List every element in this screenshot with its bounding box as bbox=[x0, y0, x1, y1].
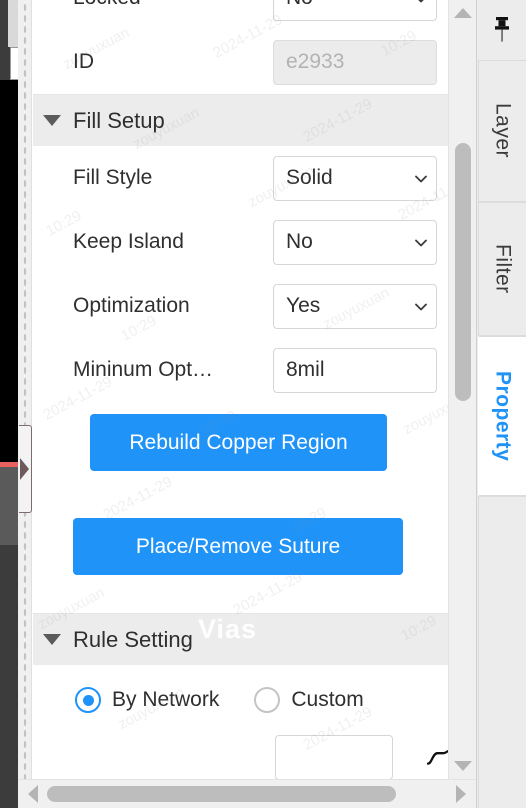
optimization-label: Optimization bbox=[73, 294, 190, 317]
tab-filter-label: Filter bbox=[491, 244, 515, 294]
locked-row-clipped: Locked No bbox=[33, 0, 448, 30]
minimum-opt-control: 8mil bbox=[273, 347, 440, 393]
minimum-opt-label: Mininum Opt… bbox=[73, 358, 214, 381]
locked-label: Locked bbox=[73, 0, 273, 10]
keep-island-control: No bbox=[273, 219, 440, 265]
pin-panel-button[interactable] bbox=[477, 0, 526, 60]
chevron-down-icon bbox=[415, 239, 427, 249]
fill-style-label: Fill Style bbox=[73, 166, 153, 189]
canvas-sliver bbox=[0, 0, 18, 808]
minimum-opt-value: 8mil bbox=[286, 358, 325, 381]
radio-by-network-label: By Network bbox=[112, 688, 220, 711]
chevron-right-icon bbox=[20, 458, 29, 480]
id-input: e2933 bbox=[273, 39, 437, 85]
property-panel-window: Locked No ID e2933 bbox=[0, 0, 526, 808]
property-row-locked: Locked No bbox=[33, 0, 448, 30]
vertical-scrollbar[interactable] bbox=[448, 0, 476, 779]
rule-value-input[interactable] bbox=[275, 735, 393, 779]
rebuild-copper-region-button[interactable]: Rebuild Copper Region bbox=[90, 414, 387, 471]
section-header-fill-setup[interactable]: Fill Setup bbox=[33, 94, 448, 146]
suture-button-row: Place/Remove Suture bbox=[33, 471, 448, 575]
wave-curve-icon bbox=[426, 747, 448, 767]
canvas-shape-light bbox=[8, 0, 18, 47]
optimization-control: Yes bbox=[273, 283, 440, 329]
optimization-select[interactable]: Yes bbox=[273, 283, 437, 329]
tab-layer[interactable]: Layer bbox=[478, 60, 526, 202]
radio-custom-label: Custom bbox=[291, 688, 364, 711]
chevron-down-icon bbox=[415, 175, 427, 185]
rule-setting-radio-group: By Network Custom bbox=[33, 665, 448, 735]
rail-empty-area bbox=[478, 496, 526, 808]
property-row-fill-style: Fill Style Solid bbox=[33, 146, 448, 210]
fill-style-control: Solid bbox=[273, 155, 440, 201]
vertical-scrollbar-thumb[interactable] bbox=[454, 143, 471, 401]
property-row-keep-island: Keep Island No bbox=[33, 210, 448, 274]
section-title-fill-setup: Fill Setup bbox=[73, 107, 165, 133]
panel-collapse-handle[interactable] bbox=[19, 425, 32, 513]
scroll-left-arrow-icon[interactable] bbox=[28, 785, 38, 803]
scroll-down-arrow-icon[interactable] bbox=[453, 761, 472, 771]
chevron-down-icon bbox=[415, 303, 427, 313]
canvas-shape-black bbox=[0, 80, 18, 465]
canvas-shape-white bbox=[10, 47, 18, 80]
keep-island-label: Keep Island bbox=[73, 230, 184, 253]
keep-island-select[interactable]: No bbox=[273, 219, 437, 265]
caret-down-icon bbox=[43, 115, 61, 126]
tab-property[interactable]: Property bbox=[478, 336, 526, 496]
id-label: ID bbox=[73, 50, 94, 73]
id-control: e2933 bbox=[273, 39, 440, 85]
fill-style-select[interactable]: Solid bbox=[273, 155, 437, 201]
property-panel-content: Locked No ID e2933 bbox=[33, 0, 448, 779]
minimum-opt-input[interactable]: 8mil bbox=[273, 347, 437, 393]
radio-custom[interactable]: Custom bbox=[254, 687, 364, 713]
canvas-shape-grey-a bbox=[0, 467, 18, 545]
radio-selected-icon bbox=[75, 687, 101, 713]
tab-layer-label: Layer bbox=[491, 103, 515, 159]
radio-unselected-icon bbox=[254, 687, 281, 713]
scroll-up-arrow-icon[interactable] bbox=[453, 8, 472, 18]
rebuild-button-row: Rebuild Copper Region bbox=[33, 402, 448, 471]
section-title-rule-setting: Rule Setting bbox=[73, 626, 193, 652]
locked-control: No bbox=[273, 0, 440, 21]
optimization-value: Yes bbox=[286, 294, 321, 317]
property-row-id: ID e2933 bbox=[33, 30, 448, 94]
locked-value: No bbox=[286, 0, 313, 10]
tab-filter[interactable]: Filter bbox=[478, 202, 526, 336]
keep-island-value: No bbox=[286, 230, 313, 253]
property-row-minimum-opt: Mininum Opt… 8mil bbox=[33, 338, 448, 402]
section-header-rule-setting[interactable]: Rule Setting bbox=[33, 613, 448, 665]
scroll-right-arrow-icon[interactable] bbox=[456, 785, 466, 803]
caret-down-icon bbox=[43, 634, 61, 645]
pin-icon bbox=[491, 15, 513, 45]
chevron-down-icon bbox=[415, 0, 425, 5]
horizontal-scrollbar[interactable] bbox=[18, 779, 476, 808]
rule-setting-partial-row bbox=[33, 735, 448, 779]
horizontal-scrollbar-thumb[interactable] bbox=[47, 786, 396, 802]
locked-select[interactable]: No bbox=[273, 0, 437, 21]
id-value: e2933 bbox=[286, 50, 345, 73]
fill-style-value: Solid bbox=[286, 166, 333, 189]
panel-splitter[interactable] bbox=[18, 0, 32, 808]
spacer-below-buttons bbox=[33, 575, 448, 613]
splitter-grip-dots-icon bbox=[22, 0, 27, 808]
canvas-shape-grey-b bbox=[0, 545, 18, 808]
property-row-optimization: Optimization Yes bbox=[33, 274, 448, 338]
tab-property-label: Property bbox=[491, 370, 515, 462]
right-tab-rail: Layer Filter Property bbox=[476, 0, 526, 808]
place-remove-suture-button[interactable]: Place/Remove Suture bbox=[73, 518, 403, 575]
radio-by-network[interactable]: By Network bbox=[75, 687, 219, 713]
